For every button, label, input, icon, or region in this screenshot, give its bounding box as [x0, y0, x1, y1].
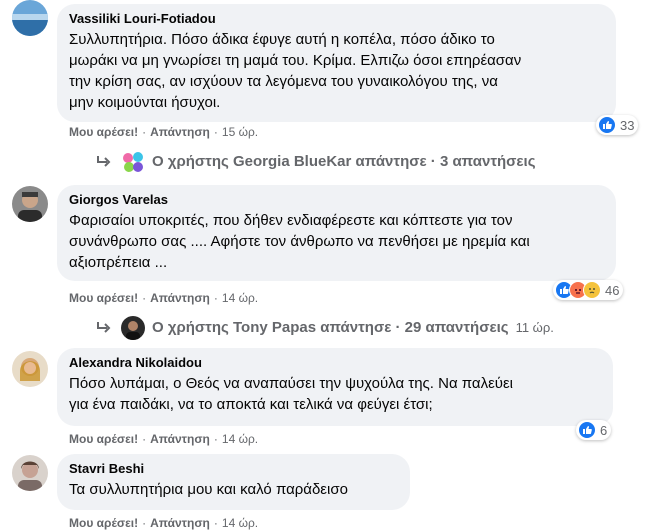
comment-text-line: μην κοιμούνται ήσυχοι. — [69, 94, 221, 111]
reply-thread-text[interactable]: Ο χρήστης Tony Papas απάντησε · 29 απαντ… — [152, 318, 509, 338]
comment-text-line: συνάνθρωπο σας .... Αφήστε τον άνθρωπο ν… — [69, 233, 530, 250]
reaction-summary[interactable]: 46 — [553, 280, 624, 300]
like-link[interactable]: Μου αρέσει! — [69, 432, 138, 446]
comment-actions: Μου αρέσει! · Απάντηση · 14 ώρ. — [69, 291, 259, 305]
comment-text-line: μωράκι να μη γνωρίσει τη μαμά του. Κρίμα… — [69, 52, 522, 69]
view-replies-link[interactable]: Ο χρήστης Tony Papas απάντησε · 29 απαντ… — [96, 316, 554, 340]
like-link[interactable]: Μου αρέσει! — [69, 291, 138, 305]
reply-link[interactable]: Απάντηση — [150, 291, 210, 305]
comment-actions: Μου αρέσει! · Απάντηση · 15 ώρ. — [69, 125, 259, 139]
reply-thread-time[interactable]: 11 ώρ. — [516, 318, 554, 338]
reply-link[interactable]: Απάντηση — [150, 432, 210, 446]
reply-thread-text[interactable]: Ο χρήστης Georgia BlueKar απάντησε · 3 α… — [152, 152, 536, 172]
comment-author[interactable]: Vassiliki Louri-Fotiadou — [69, 10, 604, 28]
comment-text-line: την κρίση σας, αν ισχύουν τα λεγόμενα το… — [69, 73, 498, 90]
reply-avatar — [121, 316, 145, 340]
sad-reaction-icon — [583, 281, 601, 299]
comment-text-line: αξιοπρέπεια ... — [69, 254, 168, 271]
comment-bubble-3: Alexandra Nikolaidou Πόσο λυπάμαι, ο Θεό… — [57, 348, 613, 426]
comment-time[interactable]: 14 ώρ. — [222, 432, 258, 446]
comment-bubble-2: Giorgos Varelas Φαρισαίοι υποκριτές, που… — [57, 185, 616, 281]
comment-time[interactable]: 14 ώρ. — [222, 291, 258, 305]
comment-author[interactable]: Giorgos Varelas — [69, 191, 604, 209]
avatar-alexandra[interactable] — [12, 351, 48, 387]
comment-text: Τα συλλυπητήρια μου και καλό παράδεισο — [69, 479, 398, 500]
comment-text: Συλλυπητήρια. Πόσο άδικα έφυγε αυτή η κο… — [69, 29, 604, 113]
avatar-stavri[interactable] — [12, 455, 48, 491]
comment-text: Πόσο λυπάμαι, ο Θεός να αναπαύσει την ψυ… — [69, 373, 601, 415]
like-link[interactable]: Μου αρέσει! — [69, 125, 138, 139]
comment-text-line: Τα συλλυπητήρια μου και καλό παράδεισο — [69, 481, 348, 498]
comment-actions: Μου αρέσει! · Απάντηση · 14 ώρ. — [69, 432, 259, 446]
comment-actions: Μου αρέσει! · Απάντηση · 14 ώρ. — [69, 516, 259, 530]
comment-bubble-1: Vassiliki Louri-Fotiadou Συλλυπητήρια. Π… — [57, 4, 616, 122]
avatar-giorgos[interactable] — [12, 186, 48, 222]
comment-text-line: για ένα παιδάκι, να το αποκτά και τελικά… — [69, 396, 433, 413]
like-link[interactable]: Μου αρέσει! — [69, 516, 138, 530]
reaction-count: 33 — [620, 117, 635, 133]
reaction-summary[interactable]: 33 — [596, 115, 639, 135]
reaction-count: 6 — [600, 422, 608, 438]
like-reaction-icon — [598, 116, 616, 134]
comment-text: Φαρισαίοι υποκριτές, που δήθεν ενδιαφέρε… — [69, 210, 604, 273]
view-replies-link[interactable]: Ο χρήστης Georgia BlueKar απάντησε · 3 α… — [96, 150, 536, 174]
reaction-count: 46 — [605, 282, 620, 298]
comment-text-line: Συλλυπητήρια. Πόσο άδικα έφυγε αυτή η κο… — [69, 31, 495, 48]
like-reaction-icon — [578, 421, 596, 439]
reply-link[interactable]: Απάντηση — [150, 125, 210, 139]
comment-text-line: Φαρισαίοι υποκριτές, που δήθεν ενδιαφέρε… — [69, 212, 513, 229]
comment-author[interactable]: Alexandra Nikolaidou — [69, 354, 601, 372]
reply-link[interactable]: Απάντηση — [150, 516, 210, 530]
reply-avatar — [121, 150, 145, 174]
comment-bubble-4: Stavri Beshi Τα συλλυπητήρια μου και καλ… — [57, 454, 410, 510]
reply-arrow-icon — [97, 156, 111, 167]
comment-author[interactable]: Stavri Beshi — [69, 460, 398, 478]
reply-arrow-icon — [97, 322, 111, 333]
comment-time[interactable]: 15 ώρ. — [222, 125, 258, 139]
avatar-vassiliki[interactable] — [12, 0, 48, 36]
reaction-summary[interactable]: 6 — [576, 420, 612, 440]
comment-text-line: Πόσο λυπάμαι, ο Θεός να αναπαύσει την ψυ… — [69, 375, 514, 392]
comment-time[interactable]: 14 ώρ. — [222, 516, 258, 530]
